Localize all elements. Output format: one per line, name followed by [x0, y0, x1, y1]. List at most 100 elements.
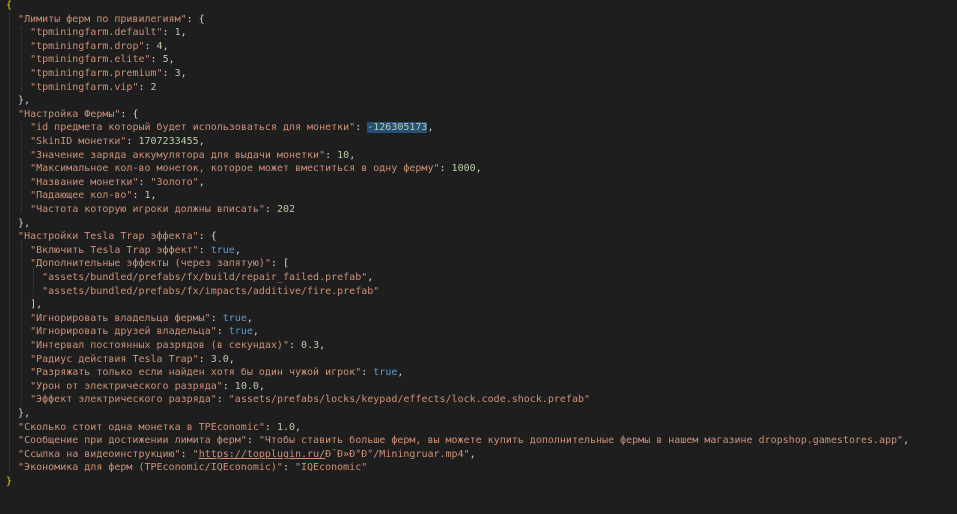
code-line[interactable]: "Дополнительные эффекты (через запятую)"…	[6, 257, 289, 271]
code-token: ,	[228, 353, 235, 365]
code-token: "tpminingfarm.drop"	[30, 40, 145, 52]
code-token: ,	[319, 340, 326, 351]
code-token: "Золото"	[150, 176, 199, 188]
code-token: "Значение заряда аккумулятора для выдачи…	[30, 149, 326, 161]
code-line[interactable]: },	[6, 217, 30, 231]
code-line[interactable]: "Урон от электрического разряда": 10.0,	[6, 380, 265, 394]
code-line[interactable]: "tpminingfarm.vip": 2	[6, 81, 156, 95]
code-token: "Сообщение при достижении лимита ферм"	[18, 435, 247, 447]
code-token: :	[216, 394, 229, 406]
code-line[interactable]: "Максимальное кол-во монеток, которое мо…	[6, 162, 482, 176]
code-line[interactable]: "Частота которую игроки должны вписать":…	[6, 203, 295, 217]
code-token: 10.0	[234, 380, 259, 392]
code-token: true	[228, 326, 253, 338]
code-token: : [	[270, 258, 289, 270]
code-token: "tpminingfarm.elite"	[30, 54, 151, 66]
code-line[interactable]: "tpminingfarm.premium": 3,	[6, 67, 187, 81]
code-token: ,	[397, 367, 404, 379]
code-line[interactable]: "Ссылка на видеоинструкцию": "https://to…	[6, 448, 476, 462]
video-link[interactable]: https://topplugin.ru/	[199, 449, 325, 460]
code-token: ,	[180, 27, 187, 39]
code-token: :	[216, 326, 229, 338]
code-token: "Экономика для ферм (TPEconomic/IQEconom…	[18, 462, 283, 474]
code-line[interactable]: "Игнорировать друзей владельца": true,	[6, 325, 259, 339]
code-line[interactable]: "Настройка Фермы": {	[6, 108, 138, 122]
code-line[interactable]: "SkinID монетки": 1707233455,	[6, 135, 205, 149]
code-line[interactable]: "Название монетки": "Золото",	[6, 176, 205, 190]
code-line[interactable]: "Экономика для ферм (TPEconomic/IQEconom…	[6, 461, 367, 475]
code-line[interactable]: "Разряжать только если найден хотя бы од…	[6, 366, 403, 380]
code-line[interactable]: {	[6, 0, 12, 13]
code-line[interactable]: "tpminingfarm.drop": 4,	[6, 40, 169, 54]
code-token: ,	[162, 40, 169, 52]
code-token: "Дополнительные эффекты (через запятую)"	[30, 258, 271, 270]
code-token: "Название монетки"	[30, 176, 139, 188]
code-line[interactable]: "Сообщение при достижении лимита ферм": …	[6, 434, 909, 448]
code-line[interactable]: "assets/bundled/prefabs/fx/impacts/addit…	[6, 285, 379, 299]
code-line[interactable]: "tpminingfarm.elite": 5,	[6, 53, 175, 67]
code-token: Ð¯Ð»Ð°Ð°/Miningruar.mp4"	[325, 448, 470, 460]
code-token: },	[18, 95, 31, 107]
code-token: "assets/bundled/prefabs/fx/impacts/addit…	[42, 285, 380, 297]
code-token: "tpminingfarm.premium"	[30, 68, 163, 79]
code-token: "Настройки Tesla Trap эффекта"	[18, 231, 199, 243]
code-editor[interactable]: { "Лимиты ферм по привилегиям": { "tpmin…	[0, 0, 957, 514]
code-line[interactable]: "Игнорировать владельца фермы": true,	[6, 312, 253, 326]
code-line[interactable]: ],	[6, 298, 42, 312]
code-line[interactable]: "Радиус действия Tesla Trap": 3.0,	[6, 353, 235, 367]
code-line[interactable]: "Эффект электрического разряда": "assets…	[6, 393, 590, 407]
code-line[interactable]: },	[6, 94, 30, 108]
code-line[interactable]: }	[6, 475, 12, 489]
code-token: ,	[258, 380, 265, 392]
code-line[interactable]: },	[6, 407, 30, 421]
code-line[interactable]: "Интервал постоянных разрядов (в секунда…	[6, 339, 325, 353]
code-token: : {	[120, 108, 139, 120]
code-token: },	[18, 217, 31, 229]
code-token: true	[373, 367, 398, 379]
code-token: }	[6, 476, 13, 487]
code-line[interactable]: "Значение заряда аккумулятора для выдачи…	[6, 149, 355, 163]
code-line[interactable]: "Падающее кол-во": 1,	[6, 189, 156, 203]
code-line[interactable]: "Включить Tesla Trap эффект": true,	[6, 244, 241, 258]
selected-token: -126305173	[367, 122, 428, 134]
code-line[interactable]: "assets/bundled/prefabs/fx/build/repair_…	[6, 271, 373, 285]
code-token: 0.3	[301, 340, 320, 351]
code-token: ,	[349, 149, 356, 161]
code-token: ,	[180, 68, 187, 79]
code-line[interactable]: "Настройки Tesla Trap эффекта": {	[6, 230, 217, 244]
code-line[interactable]: "id предмета который будет использоватьс…	[6, 121, 434, 135]
code-token: :	[282, 462, 295, 474]
code-line[interactable]: "Лимиты ферм по привилегиям": {	[6, 13, 205, 27]
code-token: 202	[276, 204, 296, 215]
code-token: :	[246, 435, 259, 447]
code-token: "Игнорировать владельца фермы"	[30, 312, 211, 324]
code-line[interactable]: "tpminingfarm.default": 1,	[6, 26, 187, 40]
code-token: :	[439, 163, 452, 175]
code-line[interactable]: "Сколько стоит одна монетка в TPEconomic…	[6, 421, 301, 435]
code-token: :	[264, 204, 277, 215]
code-token: :	[264, 421, 277, 433]
code-token: ,	[246, 312, 253, 324]
code-token: : {	[186, 13, 205, 25]
code-token: "assets/bundled/prefabs/fx/build/repair_…	[42, 272, 368, 283]
code-token: ,	[469, 448, 476, 460]
code-token: :	[180, 448, 193, 460]
code-token: true	[210, 244, 235, 256]
